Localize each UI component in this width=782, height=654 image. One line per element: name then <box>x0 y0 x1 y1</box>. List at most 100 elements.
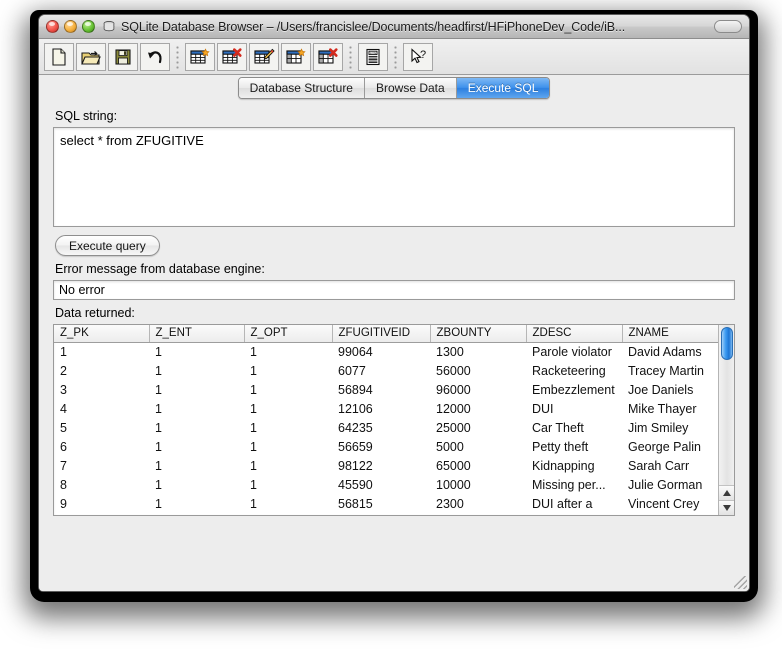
create-index-button[interactable] <box>281 42 311 71</box>
cell-zdesc: Petty theft <box>532 439 589 454</box>
error-message-label: Error message from database engine: <box>55 262 265 276</box>
cell-zbounty: 12000 <box>436 401 471 416</box>
new-document-icon <box>52 47 66 66</box>
cell-z-ent: 1 <box>155 496 162 511</box>
delete-table-button[interactable] <box>217 42 247 71</box>
table-header-row: Z_PK Z_ENT Z_OPT ZFUGITIVEID ZBOUNTY ZDE… <box>54 325 718 343</box>
cell-zbounty: 25000 <box>436 420 471 435</box>
index-delete-icon <box>318 47 338 64</box>
cell-z-ent: 1 <box>155 477 162 492</box>
column-header-zdesc[interactable]: ZDESC <box>526 325 623 343</box>
cell-zbounty: 2300 <box>436 496 464 511</box>
cell-zfugitiveid: 99064 <box>338 344 373 359</box>
table-row[interactable]: 5 1 1 64235 25000 Car Theft Jim Smiley <box>54 418 718 437</box>
cell-zdesc: Kidnapping <box>532 458 595 473</box>
table-row[interactable]: 4 1 1 12106 12000 DUI Mike Thayer <box>54 399 718 418</box>
cell-zbounty: 5000 <box>436 439 464 454</box>
table-row[interactable]: 3 1 1 56894 96000 Embezzlement Joe Danie… <box>54 380 718 399</box>
table-row[interactable]: 6 1 1 56659 5000 Petty theft George Pali… <box>54 437 718 456</box>
window-titlebar[interactable]: SQLite Database Browser – /Users/francis… <box>39 15 749 39</box>
cell-z-ent: 1 <box>155 458 162 473</box>
save-database-button[interactable] <box>108 42 138 71</box>
cell-z-ent: 1 <box>155 439 162 454</box>
cell-z-ent: 1 <box>155 401 162 416</box>
window-bottom-bar <box>39 551 749 591</box>
scroll-up-arrow[interactable] <box>719 485 734 500</box>
results-vertical-scrollbar[interactable] <box>718 325 734 515</box>
delete-index-button[interactable] <box>313 42 343 71</box>
cell-z-opt: 1 <box>250 496 257 511</box>
create-table-button[interactable] <box>185 42 215 71</box>
scroll-thumb[interactable] <box>721 327 733 360</box>
column-header-zfugitiveid[interactable]: ZFUGITIVEID <box>332 325 431 343</box>
main-toolbar: LOG ? <box>39 39 749 75</box>
new-database-button[interactable] <box>44 42 74 71</box>
cell-zname: David Adams <box>628 344 702 359</box>
close-button[interactable] <box>46 20 59 33</box>
error-message-field: No error <box>53 280 735 300</box>
cell-z-opt: 1 <box>250 382 257 397</box>
table-delete-icon <box>222 47 242 64</box>
table-row[interactable]: 1 1 1 99064 1300 Parole violator David A… <box>54 342 718 361</box>
table-row[interactable]: 8 1 1 45590 10000 Missing per... Julie G… <box>54 475 718 494</box>
table-row[interactable]: 2 1 1 6077 56000 Racketeering Tracey Mar… <box>54 361 718 380</box>
cell-z-pk: 7 <box>60 458 67 473</box>
table-row[interactable]: 7 1 1 98122 65000 Kidnapping Sarah Carr <box>54 456 718 475</box>
column-header-zname[interactable]: ZNAME <box>622 325 718 343</box>
desktop-background: SQLite Database Browser – /Users/francis… <box>0 0 782 654</box>
toolbar-separator-3 <box>394 44 397 69</box>
table-row[interactable]: 9 1 1 56815 2300 DUI after a Vincent Cre… <box>54 494 718 513</box>
open-database-button[interactable] <box>76 42 106 71</box>
cell-z-ent: 1 <box>155 382 162 397</box>
cell-z-pk: 4 <box>60 401 67 416</box>
cell-zdesc: Missing per... <box>532 477 606 492</box>
minimize-button[interactable] <box>64 20 77 33</box>
cell-zdesc: Car Theft <box>532 420 584 435</box>
scroll-down-arrow[interactable] <box>719 500 734 515</box>
cell-zfugitiveid: 64235 <box>338 420 373 435</box>
cell-zbounty: 56000 <box>436 363 471 378</box>
revert-changes-button[interactable] <box>140 42 170 71</box>
log-document-icon: LOG <box>366 48 380 65</box>
cell-zfugitiveid: 56815 <box>338 496 373 511</box>
column-header-z-pk[interactable]: Z_PK <box>54 325 150 343</box>
undo-arrow-icon <box>148 50 162 63</box>
results-table: Z_PK Z_ENT Z_OPT ZFUGITIVEID ZBOUNTY ZDE… <box>54 325 718 513</box>
tab-group: Database Structure Browse Data Execute S… <box>237 77 551 99</box>
column-header-z-opt[interactable]: Z_OPT <box>244 325 333 343</box>
cell-zname: Vincent Crey <box>628 496 700 511</box>
cell-zfugitiveid: 6077 <box>338 363 366 378</box>
tab-database-structure[interactable]: Database Structure <box>238 78 365 98</box>
cell-z-opt: 1 <box>250 477 257 492</box>
cell-z-opt: 1 <box>250 401 257 416</box>
cell-z-opt: 1 <box>250 439 257 454</box>
cell-z-pk: 2 <box>60 363 67 378</box>
tab-execute-sql[interactable]: Execute SQL <box>456 78 550 98</box>
cell-z-opt: 1 <box>250 344 257 359</box>
cell-zdesc: Parole violator <box>532 344 612 359</box>
maximize-button[interactable] <box>82 20 95 33</box>
cell-zbounty: 1300 <box>436 344 464 359</box>
column-header-z-ent[interactable]: Z_ENT <box>149 325 245 343</box>
cell-z-ent: 1 <box>155 363 162 378</box>
cell-z-ent: 1 <box>155 344 162 359</box>
cell-zname: George Palin <box>628 439 701 454</box>
toolbar-toggle-button[interactable] <box>714 20 742 33</box>
execute-query-button[interactable]: Execute query <box>55 235 160 256</box>
results-table-container: Z_PK Z_ENT Z_OPT ZFUGITIVEID ZBOUNTY ZDE… <box>53 324 735 516</box>
modify-table-button[interactable] <box>249 42 279 71</box>
table-edit-icon <box>254 48 275 64</box>
resize-grip[interactable] <box>734 576 747 589</box>
help-button[interactable]: ? <box>403 42 433 71</box>
view-log-button[interactable]: LOG <box>358 42 388 71</box>
execute-row: Execute query <box>55 235 735 256</box>
sql-input[interactable]: select * from ZFUGITIVE <box>53 127 735 227</box>
tab-browse-data[interactable]: Browse Data <box>364 78 457 98</box>
cell-z-pk: 6 <box>60 439 67 454</box>
tab-bar: Database Structure Browse Data Execute S… <box>39 75 749 103</box>
open-folder-icon <box>81 50 101 65</box>
cell-zfugitiveid: 56659 <box>338 439 373 454</box>
column-header-zbounty[interactable]: ZBOUNTY <box>430 325 527 343</box>
cell-zname: Joe Daniels <box>628 382 694 397</box>
toolbar-separator-1 <box>176 44 179 69</box>
